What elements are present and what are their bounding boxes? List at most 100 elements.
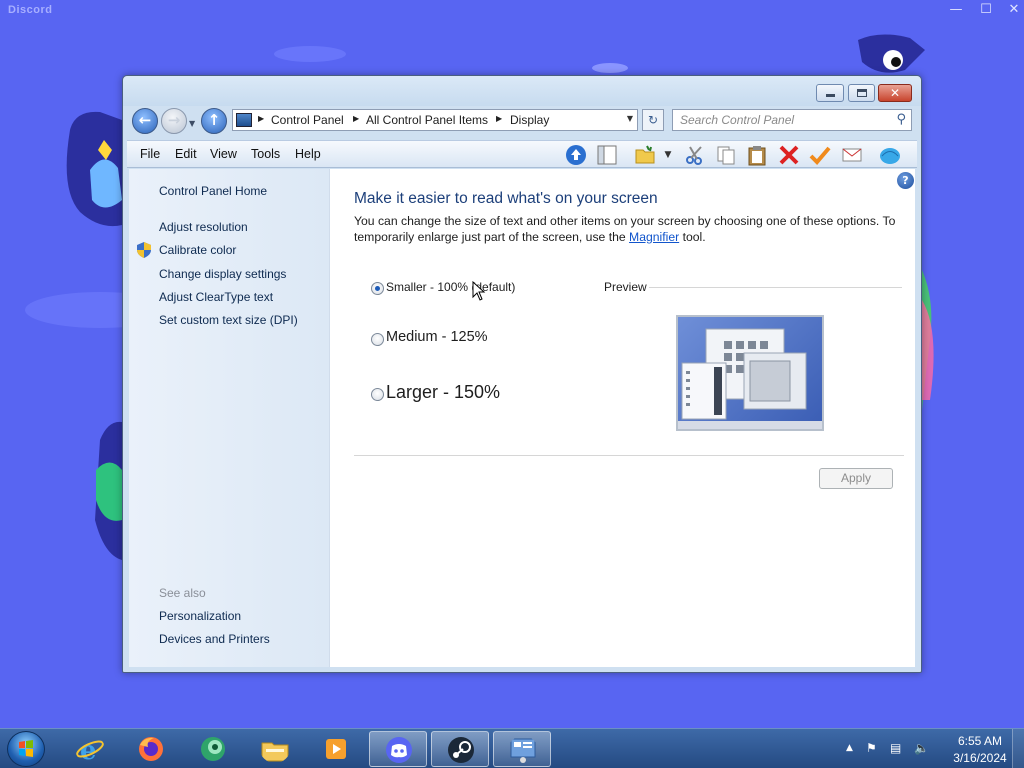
- folder-dropdown-icon[interactable]: ▼: [657, 144, 679, 166]
- minimize-icon: [826, 94, 835, 97]
- preview-image: [676, 315, 824, 431]
- email-icon[interactable]: [841, 144, 863, 166]
- sidebar-item-calibrate-color[interactable]: Calibrate color: [159, 243, 236, 257]
- section-divider: [354, 455, 904, 456]
- taskbar-control-panel[interactable]: [493, 731, 551, 767]
- minimize-button[interactable]: [816, 84, 844, 102]
- paste-icon[interactable]: [746, 144, 768, 166]
- magnifier-link[interactable]: Magnifier: [629, 230, 679, 244]
- navigation-bar: ← → ▼ ↑ ▶ Control Panel ▶ All Control Pa…: [123, 106, 921, 140]
- see-also-heading: See also: [159, 586, 206, 600]
- taskbar-file-explorer[interactable]: [246, 731, 304, 767]
- media-player-icon: [326, 739, 346, 759]
- volume-muted-icon[interactable]: 🔈: [914, 741, 929, 755]
- refresh-button[interactable]: ↻: [642, 109, 664, 131]
- option-medium-label[interactable]: Medium - 125%: [386, 329, 488, 345]
- sidebar-item-adjust-resolution[interactable]: Adjust resolution: [159, 220, 248, 234]
- preview-label: Preview: [604, 280, 647, 294]
- file-explorer-icon: [261, 742, 289, 762]
- start-button[interactable]: [7, 731, 45, 767]
- uac-shield-icon: [137, 242, 151, 258]
- app-icon: [201, 737, 225, 761]
- option-larger-label[interactable]: Larger - 150%: [386, 382, 500, 403]
- close-button[interactable]: ✕: [878, 84, 912, 102]
- forward-button[interactable]: →: [161, 108, 187, 134]
- svg-text:e: e: [80, 736, 97, 763]
- help-icon[interactable]: ?: [897, 172, 914, 189]
- clock-time[interactable]: 6:55 AM: [945, 734, 1015, 748]
- forward-arrow-icon: →: [167, 111, 181, 129]
- up-icon[interactable]: [565, 144, 587, 166]
- discord-icon: [386, 737, 412, 763]
- description-text: You can change the size of text and othe…: [354, 214, 896, 244]
- cut-icon[interactable]: [684, 144, 706, 166]
- taskbar-firefox[interactable]: [122, 731, 180, 767]
- sidebar-control-panel-home[interactable]: Control Panel Home: [159, 184, 267, 198]
- breadcrumb-all-items[interactable]: All Control Panel Items: [366, 113, 488, 127]
- breadcrumb-control-panel[interactable]: Control Panel: [271, 113, 344, 127]
- back-button[interactable]: ←: [132, 108, 158, 134]
- recent-pages-dropdown[interactable]: ▼: [189, 119, 195, 128]
- description-text-end: tool.: [682, 229, 706, 244]
- shell-icon[interactable]: [879, 144, 901, 166]
- folder-icon[interactable]: [634, 144, 656, 166]
- copy-icon[interactable]: [715, 144, 737, 166]
- show-desktop-button[interactable]: [1012, 729, 1024, 768]
- search-input[interactable]: Search Control Panel: [680, 113, 794, 127]
- control-panel-window: ✕ ← → ▼ ↑ ▶ Control Panel ▶ All Control …: [122, 75, 922, 673]
- control-panel-icon: [510, 738, 536, 763]
- radio-larger[interactable]: [371, 388, 384, 401]
- taskbar-media-player[interactable]: [307, 731, 365, 767]
- menu-file[interactable]: File: [140, 147, 160, 161]
- radio-medium[interactable]: [371, 333, 384, 346]
- menu-tools[interactable]: Tools: [251, 147, 280, 161]
- content-area: Control Panel Home Adjust resolution Cal…: [129, 169, 915, 667]
- preview-divider: [649, 287, 902, 288]
- control-panel-icon: [236, 113, 252, 127]
- menu-edit[interactable]: Edit: [175, 147, 197, 161]
- menu-view[interactable]: View: [210, 147, 237, 161]
- taskbar-app[interactable]: [184, 731, 242, 767]
- steam-icon: [448, 737, 474, 763]
- breadcrumb-separator-icon[interactable]: ▶: [353, 114, 359, 123]
- task-pane: Control Panel Home Adjust resolution Cal…: [129, 169, 330, 667]
- window-titlebar[interactable]: ✕: [123, 76, 921, 106]
- address-dropdown-icon[interactable]: ▼: [627, 114, 633, 123]
- page-description: You can change the size of text and othe…: [354, 214, 904, 245]
- taskbar: e ▲ ⚑ ▤ 🔈 6:55 AM 3/16/2024: [0, 728, 1024, 768]
- internet-explorer-icon: e: [76, 736, 104, 763]
- system-tray: ▲ ⚑ ▤ 🔈 6:55 AM 3/16/2024: [840, 729, 1024, 768]
- action-center-flag-icon[interactable]: ⚑: [866, 741, 877, 755]
- address-bar[interactable]: ▶ Control Panel ▶ All Control Panel Item…: [232, 109, 638, 131]
- search-box[interactable]: Search Control Panel ⚲: [672, 109, 912, 131]
- breadcrumb-separator-icon[interactable]: ▶: [258, 114, 264, 123]
- maximize-button[interactable]: [848, 84, 875, 102]
- sidebar-item-devices-printers[interactable]: Devices and Printers: [159, 632, 270, 646]
- clock-date[interactable]: 3/16/2024: [945, 751, 1015, 765]
- panel-icon[interactable]: [596, 144, 618, 166]
- delete-icon[interactable]: [778, 144, 800, 166]
- taskbar-discord[interactable]: [369, 731, 427, 767]
- menu-bar: File Edit View Tools Help ▼: [127, 140, 917, 168]
- breadcrumb-separator-icon[interactable]: ▶: [496, 114, 502, 123]
- sidebar-item-custom-text-size[interactable]: Set custom text size (DPI): [159, 313, 298, 327]
- option-smaller-label[interactable]: Smaller - 100% (default): [386, 280, 515, 294]
- breadcrumb-display[interactable]: Display: [510, 113, 549, 127]
- mouse-cursor-icon: [472, 281, 486, 301]
- up-button[interactable]: ↑: [201, 108, 227, 134]
- radio-smaller[interactable]: [371, 282, 384, 295]
- taskbar-steam[interactable]: [431, 731, 489, 767]
- show-hidden-icons-button[interactable]: ▲: [846, 743, 853, 753]
- network-icon[interactable]: ▤: [890, 741, 901, 755]
- taskbar-internet-explorer[interactable]: e: [61, 731, 119, 767]
- sidebar-item-change-display-settings[interactable]: Change display settings: [159, 267, 286, 281]
- menu-help[interactable]: Help: [295, 147, 321, 161]
- up-arrow-icon: ↑: [207, 111, 221, 129]
- sidebar-item-adjust-cleartype[interactable]: Adjust ClearType text: [159, 290, 273, 304]
- apply-button[interactable]: Apply: [819, 468, 893, 489]
- main-pane: ? Make it easier to read what's on your …: [331, 169, 915, 667]
- check-icon[interactable]: [809, 144, 831, 166]
- maximize-icon: [857, 89, 867, 97]
- sidebar-item-personalization[interactable]: Personalization: [159, 609, 241, 623]
- search-icon[interactable]: ⚲: [896, 112, 906, 127]
